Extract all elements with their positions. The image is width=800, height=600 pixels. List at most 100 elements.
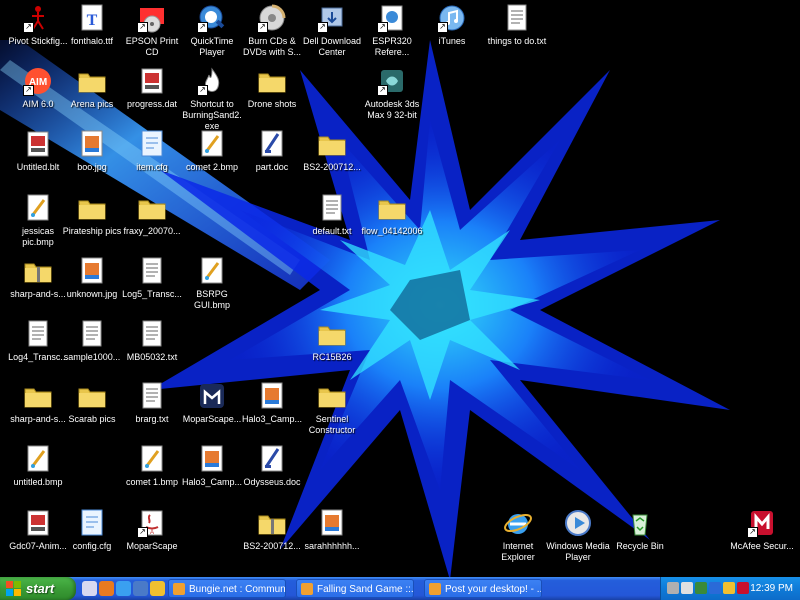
shortcut-arrow-icon: ↗ — [137, 527, 148, 538]
desktop-icon-label: config.cfg — [72, 541, 112, 551]
desktop-icon[interactable]: ↗ iTunes — [420, 2, 484, 62]
desktop-icon[interactable]: Pirateship pics — [60, 192, 124, 252]
desktop-icon-label: MoparScape — [126, 541, 178, 551]
desktop-icon[interactable]: Scarab pics — [60, 380, 124, 440]
desktop-icon[interactable]: Halo3_Camp... — [240, 380, 304, 440]
desktop-icon-label: EPSON Print CD — [125, 36, 179, 57]
desktop-icon[interactable]: part.doc — [240, 128, 304, 188]
taskbar-button[interactable]: Post your desktop! - ... — [424, 579, 542, 598]
cfg-file-icon — [136, 128, 168, 160]
desktop-icon-label: MoparScape... — [182, 414, 242, 424]
network-icon[interactable] — [667, 582, 679, 594]
desktop-icon[interactable]: Log5_Transc... — [120, 255, 184, 315]
browser-window-icon — [429, 583, 441, 595]
zip-folder-icon — [256, 507, 288, 539]
desktop-icon[interactable]: Halo3_Camp... — [180, 443, 244, 503]
desktop-icon[interactable]: things to do.txt — [485, 2, 549, 62]
desktop-icon[interactable]: Sentinel Constructor — [300, 380, 364, 440]
firefox-icon[interactable] — [99, 581, 114, 596]
desktop-icon[interactable]: Tfonthalo.ttf — [60, 2, 124, 62]
outlook-icon[interactable] — [150, 581, 165, 596]
desktop-icon[interactable]: boo.jpg — [60, 128, 124, 188]
taskbar: start Bungie.net : Commun... Falling Sand… — [0, 577, 800, 600]
desktop-icon-label: sample1000... — [63, 352, 121, 362]
desktop-icon-label: Scarab pics — [68, 414, 116, 424]
desktop-icon-label: McAfee Secur... — [730, 541, 794, 551]
taskbar-button[interactable]: Bungie.net : Commun... — [168, 579, 286, 598]
text-file-icon — [136, 380, 168, 412]
desktop-icon[interactable]: MB05032.txt — [120, 318, 184, 378]
desktop-icon[interactable]: ↗ Autodesk 3ds Max 9 32-bit — [360, 65, 424, 125]
jpg-file-icon — [256, 380, 288, 412]
desktop-icon[interactable]: ↗ Burn CDs & DVDs with S... — [240, 2, 304, 62]
internet-explorer-icon — [502, 507, 534, 539]
desktop-icon[interactable]: item.cfg — [120, 128, 184, 188]
folder-icon — [256, 65, 288, 97]
folder-icon — [76, 65, 108, 97]
desktop-icon-label: Drone shots — [247, 99, 297, 109]
desktop-icon[interactable]: A ↗ MoparScape — [120, 507, 184, 567]
start-button[interactable]: start — [0, 577, 76, 600]
desktop-icon-label: boo.jpg — [77, 162, 107, 172]
text-file-icon — [136, 318, 168, 350]
shortcut-arrow-icon: ↗ — [317, 22, 328, 33]
doc-file-icon — [256, 443, 288, 475]
start-label: start — [26, 581, 55, 596]
text-file-icon — [501, 2, 533, 34]
mcafee-tray-icon[interactable] — [737, 582, 749, 594]
desktop-icon[interactable]: BSRPG GUI.bmp — [180, 255, 244, 315]
desktop-icon-label: Dell Download Center — [302, 36, 362, 57]
desktop-icon[interactable]: comet 1.bmp — [120, 443, 184, 503]
desktop-icon[interactable]: default.txt — [300, 192, 364, 252]
recycle-bin-icon — [624, 507, 656, 539]
desktop-icon[interactable]: ↗ EPSON Print CD — [120, 2, 184, 62]
desktop-icon[interactable]: BS2-200712... — [240, 507, 304, 567]
internet-explorer-icon[interactable] — [116, 581, 131, 596]
desktop-icon-label: brarg.txt — [135, 414, 169, 424]
messenger-icon[interactable] — [723, 582, 735, 594]
desktop[interactable]: ↗ Pivot Stickfig... Tfonthalo.ttf ↗ EPSON Pr… — [0, 0, 800, 577]
3ds-max-icon: ↗ — [376, 65, 408, 97]
volume-icon[interactable] — [681, 582, 693, 594]
desktop-icon[interactable]: flow_04142006 — [360, 192, 424, 252]
desktop-icon[interactable]: untitled.bmp — [6, 443, 70, 503]
desktop-icon[interactable]: Recycle Bin — [608, 507, 672, 567]
desktop-icon[interactable]: config.cfg — [60, 507, 124, 567]
windows-media-player-icon[interactable] — [133, 581, 148, 596]
desktop-icon[interactable]: Windows Media Player — [546, 507, 610, 567]
desktop-icon[interactable]: fraxy_20070... — [120, 192, 184, 252]
desktop-icon[interactable]: ↗ McAfee Secur... — [730, 507, 794, 567]
clock[interactable]: 12:39 PM — [750, 577, 793, 600]
update-icon[interactable] — [709, 582, 721, 594]
desktop-icon[interactable]: sample1000... — [60, 318, 124, 378]
desktop-icon[interactable]: sarahhhhhh... — [300, 507, 364, 567]
font-file-icon: T — [76, 2, 108, 34]
desktop-icon-label: Recycle Bin — [616, 541, 664, 551]
antivirus-icon[interactable] — [695, 582, 707, 594]
show-desktop-icon[interactable] — [82, 581, 97, 596]
folder-icon — [136, 192, 168, 224]
desktop-icon[interactable]: BS2-200712... — [300, 128, 364, 188]
desktop-icon-label: untitled.bmp — [13, 477, 63, 487]
desktop-icon[interactable]: ↗ Shortcut to BurningSand2.exe — [180, 65, 244, 131]
epson-print-cd-icon: ↗ — [136, 2, 168, 34]
desktop-icon[interactable]: comet 2.bmp — [180, 128, 244, 188]
desktop-icon-label: Sentinel Constructor — [308, 414, 356, 435]
desktop-icon[interactable]: ↗ Dell Download Center — [300, 2, 364, 62]
desktop-icon[interactable]: Odysseus.doc — [240, 443, 304, 503]
desktop-icon[interactable]: unknown.jpg — [60, 255, 124, 315]
bmp-file-icon — [22, 192, 54, 224]
desktop-icon[interactable]: RC15B26 — [300, 318, 364, 378]
desktop-icon[interactable]: MoparScape... — [180, 380, 244, 440]
desktop-icon[interactable]: progress.dat — [120, 65, 184, 125]
bmp-file-icon — [196, 255, 228, 287]
desktop-icon[interactable]: ↗ QuickTime Player — [180, 2, 244, 62]
desktop-icon[interactable]: Internet Explorer — [486, 507, 550, 567]
taskbar-button[interactable]: Falling Sand Game ::... — [296, 579, 414, 598]
folder-icon — [376, 192, 408, 224]
desktop-icon[interactable]: brarg.txt — [120, 380, 184, 440]
desktop-icon[interactable]: Drone shots — [240, 65, 304, 125]
dell-download-icon: ↗ — [316, 2, 348, 34]
desktop-icon[interactable]: Arena pics — [60, 65, 124, 125]
desktop-icon[interactable]: ↗ ESPR320 Refere... — [360, 2, 424, 62]
